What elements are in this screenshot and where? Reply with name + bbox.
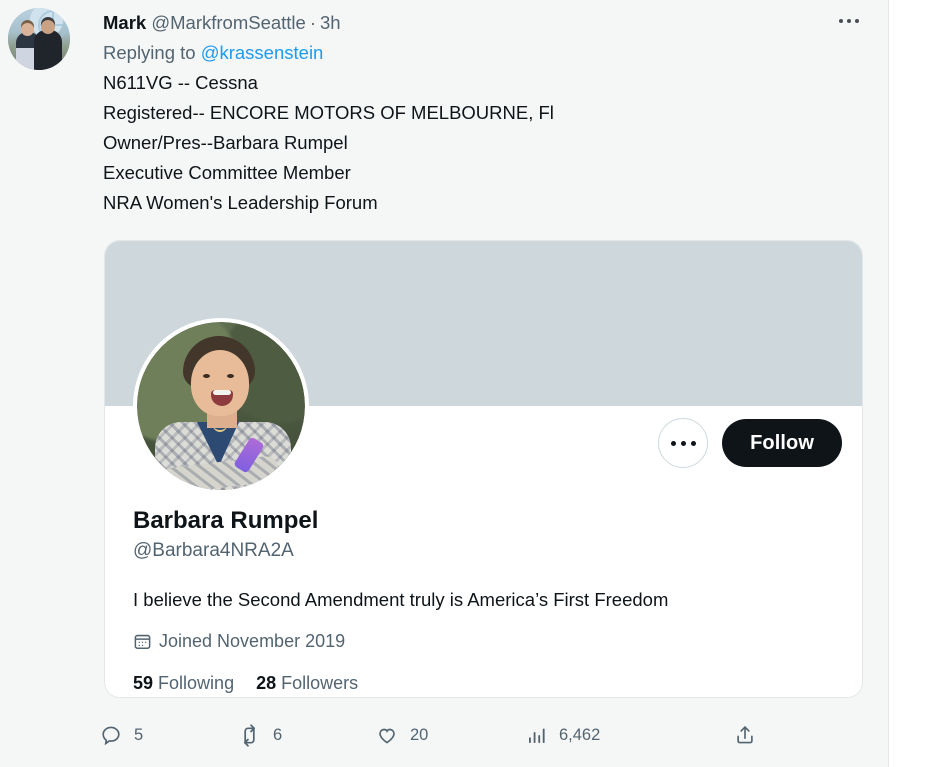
share-upload-icon [734, 724, 756, 746]
tweet-meta-line: Mark @MarkfromSeattle · 3h [103, 8, 858, 38]
views-count: 6,462 [559, 725, 601, 744]
timeline-column: Mark @MarkfromSeattle · 3h Replying to @kr… [0, 0, 889, 767]
replying-to-handle-link[interactable]: @krassenstein [201, 42, 324, 63]
tweet-text: N611VG -- Cessna Registered-- ENCORE MOT… [103, 72, 554, 213]
reply-count: 5 [134, 725, 144, 744]
replying-to-label: Replying to [103, 42, 196, 63]
tweet-action-bar: 5 6 20 6,462 [100, 712, 760, 758]
replying-to-line: Replying to @krassenstein [103, 38, 858, 68]
avatar-person-right [34, 20, 62, 70]
following-count: 59 [133, 673, 154, 693]
page-root: Mark @MarkfromSeattle · 3h Replying to @kr… [0, 0, 928, 767]
more-horizontal-icon-dot-3 [855, 19, 859, 23]
more-horizontal-icon-dot-1 [670, 440, 676, 446]
profile-more-button[interactable] [658, 418, 709, 468]
retweet-count: 6 [273, 725, 283, 744]
views-action[interactable]: 6,462 [526, 725, 706, 746]
reply-action[interactable]: 5 [100, 724, 238, 746]
share-action[interactable] [706, 724, 756, 746]
profile-joined-text: Joined November 2019 [159, 631, 346, 651]
tweet-body: Mark @MarkfromSeattle · 3h Replying to @kr… [103, 8, 888, 218]
profile-display-name: Barbara Rumpel [133, 507, 319, 534]
author-avatar[interactable] [8, 8, 70, 70]
profile-bio: I believe the Second Amendment truly is … [133, 589, 669, 610]
profile-card-actions: Follow [658, 418, 842, 468]
reply-bubble-icon [100, 724, 122, 746]
embedded-profile-card[interactable]: Follow Barbara Rumpel @Barbara4NRA2A I b… [104, 240, 863, 698]
followers-label: Followers [281, 673, 359, 693]
profile-joined-row: Joined November 2019 [133, 629, 838, 653]
avatar-image [8, 8, 70, 70]
profile-handle: @Barbara4NRA2A [133, 540, 294, 561]
profile-avatar-eye-right [227, 374, 234, 378]
calendar-icon [133, 632, 152, 651]
more-horizontal-icon-dot-3 [690, 440, 696, 446]
author-name[interactable]: Mark [103, 12, 146, 33]
retweet-action[interactable]: 6 [238, 723, 376, 747]
more-horizontal-icon-dot-2 [680, 440, 686, 446]
meta-separator: · [309, 12, 317, 33]
follow-button[interactable]: Follow [722, 419, 842, 467]
heart-icon [376, 724, 398, 746]
following-label: Following [158, 673, 235, 693]
author-handle[interactable]: @MarkfromSeattle [151, 12, 306, 33]
more-horizontal-icon-dot-1 [839, 19, 843, 23]
profile-avatar[interactable] [133, 318, 309, 494]
followers-count: 28 [256, 673, 277, 693]
profile-avatar-eye-left [203, 374, 210, 378]
profile-avatar-necklace [213, 418, 227, 432]
bar-chart-icon [526, 725, 547, 746]
like-action[interactable]: 20 [376, 724, 526, 746]
profile-stats: 59 Following 28 Followers [133, 671, 838, 695]
like-count: 20 [410, 725, 429, 744]
profile-info: Barbara Rumpel @Barbara4NRA2A I believe … [133, 506, 838, 695]
following-stat[interactable]: 59 Following [133, 671, 234, 695]
profile-avatar-image [137, 322, 305, 490]
more-horizontal-icon-dot-2 [847, 19, 851, 23]
tweet[interactable]: Mark @MarkfromSeattle · 3h Replying to @kr… [0, 0, 888, 218]
profile-card-body: Follow Barbara Rumpel @Barbara4NRA2A I b… [105, 318, 862, 697]
followers-stat[interactable]: 28 Followers [256, 671, 358, 695]
tweet-timestamp[interactable]: 3h [320, 12, 341, 33]
profile-avatar-face [191, 350, 249, 416]
tweet-more-button[interactable] [832, 8, 866, 34]
retweet-icon [238, 723, 261, 747]
